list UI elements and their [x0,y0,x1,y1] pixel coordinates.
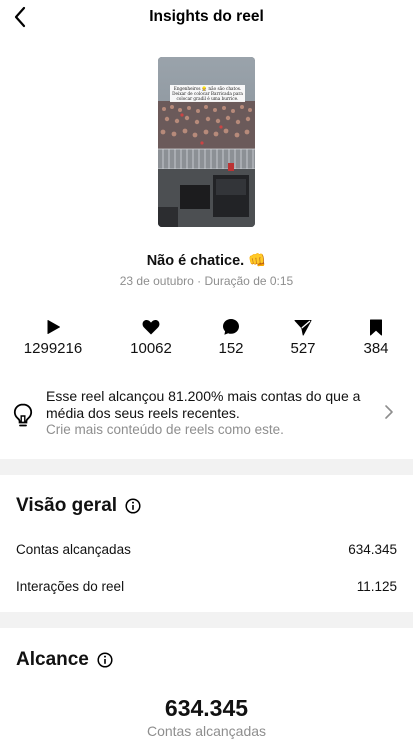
stat-comments: 152 [191,316,271,357]
info-icon[interactable] [125,498,141,514]
fist-emoji: 👊 [248,253,267,269]
hint-text: Esse reel alcançou 81.200% mais contas d… [46,388,361,421]
reel-meta: 23 de outubro · Duração de 0:15 [0,274,413,288]
chevron-right-icon [385,405,393,419]
section-divider [0,459,413,475]
overview-row-interactions[interactable]: Interações do reel 11.125 [16,579,397,594]
stat-plays-value: 1299216 [23,340,83,357]
row-label: Interações do reel [16,579,125,594]
reach-title-text: Alcance [16,649,89,670]
overview-row-accounts-reached[interactable]: Contas alcançadas 634.345 [16,542,397,557]
heart-icon [142,319,160,335]
page-title: Insights do reel [149,8,264,25]
reach-section-title: Alcance [16,649,113,671]
stat-saves-value: 384 [363,340,389,357]
play-icon [47,320,60,334]
row-value: 11.125 [356,579,397,594]
header: Insights do reel [0,0,413,36]
reel-duration: Duração de 0:15 [204,274,294,288]
reel-title: Não é chatice. 👊 [0,252,413,269]
stat-comments-value: 152 [218,340,244,357]
comment-icon [223,319,239,335]
thumbnail-caption: Engenheiros 👷 não são chatos. Deixar de … [170,85,245,102]
stat-shares-value: 527 [290,340,316,357]
meta-separator: · [197,274,205,288]
reach-hint-card[interactable]: Esse reel alcançou 81.200% mais contas d… [0,384,413,444]
row-value: 634.345 [348,542,397,557]
hint-subtext: Crie mais conteúdo de reels como este. [46,422,284,437]
row-label: Contas alcançadas [16,542,131,557]
stat-shares: 527 [263,316,343,357]
reach-value: 634.345 [164,695,249,721]
reach-label: Contas alcançadas [146,723,267,739]
overview-section-title: Visão geral [16,495,141,517]
lightbulb-icon [13,403,33,427]
reel-date: 23 de outubro [119,274,194,288]
stat-plays: 1299216 [13,316,93,357]
section-divider [0,612,413,628]
reel-title-text: Não é chatice. [146,253,245,269]
share-icon [294,319,312,335]
overview-title-text: Visão geral [16,495,118,516]
reel-thumbnail[interactable]: Engenheiros 👷 não são chatos. Deixar de … [158,57,255,227]
stat-saves: 384 [336,316,413,357]
stat-likes-value: 10062 [130,340,172,357]
stat-likes: 10062 [111,316,191,357]
bookmark-icon [370,319,382,335]
info-icon[interactable] [97,652,113,668]
